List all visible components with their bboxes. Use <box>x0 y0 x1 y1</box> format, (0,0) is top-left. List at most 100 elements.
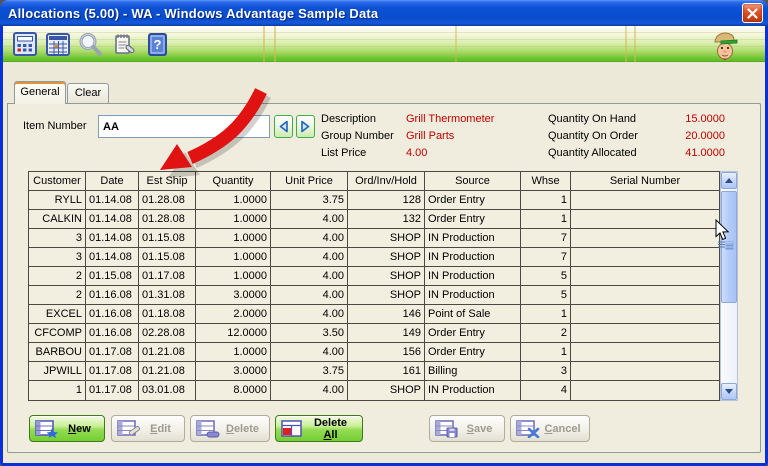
table-row[interactable]: CFCOMP 01.16.08 02.28.08 12.0000 3.50 149 Orde… <box>29 324 719 343</box>
cancel-button[interactable]: Cancel <box>510 415 590 442</box>
table-cell: 1 <box>521 343 571 362</box>
table-cell: 4.00 <box>271 210 348 229</box>
table-cell: 128 <box>348 191 425 210</box>
table-cell: 4.00 <box>271 248 348 267</box>
new-button[interactable]: New <box>29 415 105 442</box>
qty-on-hand-value: 15.0000 <box>685 113 725 125</box>
table-cell: Billing <box>425 362 521 381</box>
table-row[interactable]: 3 01.14.08 01.15.08 1.0000 4.00 SHOP IN Produc… <box>29 248 719 267</box>
table-row[interactable]: RYLL 01.14.08 01.28.08 1.0000 3.75 128 Order E… <box>29 191 719 210</box>
prev-item-button[interactable] <box>274 115 293 138</box>
scroll-up-button[interactable] <box>721 172 737 189</box>
table-cell <box>571 191 719 210</box>
calculator-icon[interactable] <box>10 30 39 59</box>
qty-on-hand-label: Quantity On Hand <box>548 113 637 125</box>
search-icon[interactable] <box>76 30 105 59</box>
table-cell: 3.75 <box>271 362 348 381</box>
table-cell: 3 <box>521 362 571 381</box>
scrollbar-thumb[interactable] <box>721 191 737 303</box>
table-cell: SHOP <box>348 267 425 286</box>
table-cell: 3 <box>29 229 86 248</box>
item-number-label: Item Number <box>23 120 87 132</box>
table-cell: JPWILL <box>29 362 86 381</box>
table-cell: 8.0000 <box>196 381 271 400</box>
table-row[interactable]: 2 01.15.08 01.17.08 1.0000 4.00 SHOP IN Produc… <box>29 267 719 286</box>
table-cell: CALKIN <box>29 210 86 229</box>
help-icon[interactable]: ? <box>142 30 171 59</box>
edit-button[interactable]: Edit <box>111 415 185 442</box>
list-price-value: 4.00 <box>406 147 428 159</box>
qty-on-order-value: 20.0000 <box>685 130 725 142</box>
arrow-right-icon <box>301 120 310 133</box>
new-button-label: New <box>68 422 91 435</box>
table-row[interactable]: 1 01.17.08 03.01.08 8.0000 4.00 SHOP IN Produc… <box>29 381 719 400</box>
table-cell: SHOP <box>348 286 425 305</box>
table-cell: 2 <box>29 286 86 305</box>
group-number-value: Grill Parts <box>406 130 455 142</box>
qty-allocated-value: 41.0000 <box>685 147 725 159</box>
table-row[interactable]: EXCEL 01.16.08 01.18.08 2.0000 4.00 146 Point … <box>29 305 719 324</box>
table-cell: 1.0000 <box>196 210 271 229</box>
calendar-icon[interactable] <box>43 30 72 59</box>
table-cell: 01.15.08 <box>139 248 196 267</box>
table-cell: BARBOU <box>29 343 86 362</box>
table-cell: 01.17.08 <box>86 362 139 381</box>
table-cell: 3.50 <box>271 324 348 343</box>
table-cell: 1.0000 <box>196 229 271 248</box>
scroll-up-icon <box>725 178 733 183</box>
column-header: Date <box>86 172 139 191</box>
tab-general[interactable]: General <box>14 81 66 104</box>
table-cell: 2.0000 <box>196 305 271 324</box>
notes-icon[interactable] <box>109 30 138 59</box>
close-icon <box>747 7 758 19</box>
title-bar[interactable]: Allocations (5.00) - WA - Windows Advant… <box>0 0 768 26</box>
table-scrollbar[interactable] <box>720 171 738 401</box>
table-body: RYLL 01.14.08 01.28.08 1.0000 3.75 128 Order E… <box>29 191 719 400</box>
column-header: Source <box>425 172 521 191</box>
table-row[interactable]: CALKIN 01.14.08 01.28.08 1.0000 4.00 132 Order… <box>29 210 719 229</box>
table-cell <box>571 362 719 381</box>
table-cell: Order Entry <box>425 191 521 210</box>
table-cell: SHOP <box>348 229 425 248</box>
table-cell: 01.18.08 <box>139 305 196 324</box>
table-cell: 161 <box>348 362 425 381</box>
tab-clear[interactable]: Clear <box>67 83 109 103</box>
save-button[interactable]: Save <box>429 415 505 442</box>
arrow-left-icon <box>279 120 288 133</box>
table-cell: Order Entry <box>425 210 521 229</box>
table-row[interactable]: 2 01.16.08 01.31.08 3.0000 4.00 SHOP IN Produc… <box>29 286 719 305</box>
table-cell: IN Production <box>425 229 521 248</box>
scroll-down-button[interactable] <box>721 383 737 400</box>
next-item-button[interactable] <box>296 115 315 138</box>
column-header: Quantity <box>196 172 271 191</box>
delete-all-icon <box>281 419 302 437</box>
table-cell <box>571 286 719 305</box>
scroll-down-icon <box>725 389 733 394</box>
save-button-label: Save <box>466 422 493 435</box>
table-cell <box>571 305 719 324</box>
new-record-icon <box>35 419 58 438</box>
delete-button[interactable]: Delete <box>190 415 270 442</box>
table-cell: 01.16.08 <box>86 324 139 343</box>
table-cell: Order Entry <box>425 324 521 343</box>
table-cell <box>571 210 719 229</box>
table-cell: 01.15.08 <box>139 229 196 248</box>
mascot-icon <box>709 29 741 61</box>
close-button[interactable] <box>742 3 763 23</box>
delete-all-button[interactable]: Delete All <box>275 415 363 442</box>
table-cell: 01.31.08 <box>139 286 196 305</box>
item-number-input[interactable] <box>98 115 270 138</box>
table-row[interactable]: JPWILL 01.17.08 01.21.08 3.0000 3.75 161 Billi… <box>29 362 719 381</box>
table-cell <box>571 343 719 362</box>
table-cell: 01.17.08 <box>86 381 139 400</box>
table-cell <box>571 248 719 267</box>
table-cell: 4.00 <box>271 229 348 248</box>
cancel-icon <box>516 419 540 438</box>
table-cell: 01.28.08 <box>139 191 196 210</box>
svg-text:?: ? <box>153 37 161 52</box>
column-header: Ord/Inv/Hold <box>348 172 425 191</box>
table-row[interactable]: BARBOU 01.17.08 01.21.08 1.0000 4.00 156 Order… <box>29 343 719 362</box>
table-cell: 4.00 <box>271 286 348 305</box>
table-cell: RYLL <box>29 191 86 210</box>
table-row[interactable]: 3 01.14.08 01.15.08 1.0000 4.00 SHOP IN Produc… <box>29 229 719 248</box>
